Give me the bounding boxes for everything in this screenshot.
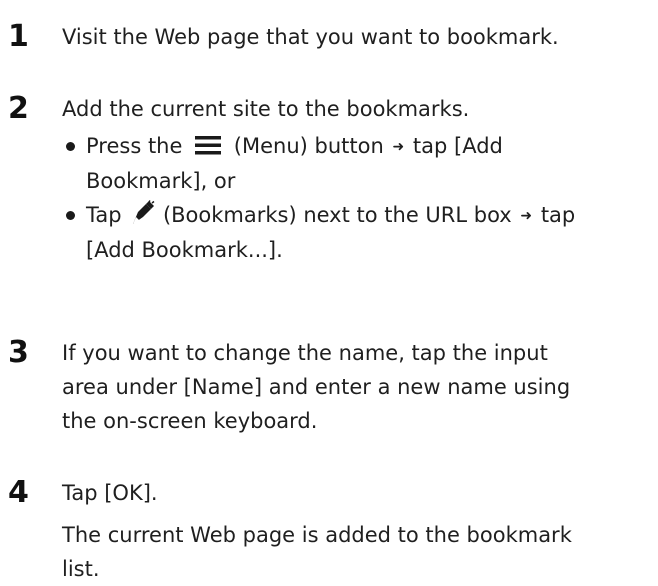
step-text-line: area under [Name] and enter a new name u…	[62, 375, 571, 399]
bullet-text: tap [Add	[412, 134, 503, 158]
step-result-line: The current Web page is added to the boo…	[62, 523, 572, 547]
bullet-text: (Menu) button	[233, 134, 384, 158]
step-body: If you want to change the name, tap the …	[62, 336, 652, 438]
bullet-line: Press the (Menu) button ➜ tap [Add	[86, 129, 652, 164]
step-text: Visit the Web page that you want to book…	[62, 25, 559, 49]
step-body: Visit the Web page that you want to book…	[62, 20, 652, 54]
step-text-line: the on-screen keyboard.	[62, 409, 318, 433]
bullet-item: Press the (Menu) button ➜ tap [Add Bookm…	[62, 129, 652, 198]
bullet-list: Press the (Menu) button ➜ tap [Add Bookm…	[62, 129, 652, 267]
step-result-line: list.	[62, 557, 100, 581]
menu-icon	[191, 136, 225, 157]
bookmarks-icon	[129, 200, 155, 228]
bullet-text: (Bookmarks) next to the URL box	[162, 203, 512, 227]
bullet-dot	[66, 211, 75, 220]
bullet-continuation: Bookmark], or	[86, 169, 236, 193]
arrow-right-icon: ➜	[392, 139, 405, 155]
step-text-line: If you want to change the name, tap the …	[62, 341, 548, 365]
step-body: Tap [OK]. The current Web page is added …	[62, 476, 652, 586]
step-number: 2	[8, 91, 29, 126]
instructions-document: 1 Visit the Web page that you want to bo…	[0, 0, 658, 582]
step-text: Tap [OK].	[62, 481, 158, 505]
bullet-text: tap	[540, 203, 576, 227]
step-text: Add the current site to the bookmarks.	[62, 97, 470, 121]
step-number: 4	[8, 475, 29, 510]
bullet-line: Tap (Bookmarks) next to the URL box ➜ ta	[86, 198, 652, 233]
bullet-item: Tap (Bookmarks) next to the URL box ➜ ta	[62, 198, 652, 267]
arrow-right-icon: ➜	[520, 208, 533, 224]
bullet-dot	[66, 142, 75, 151]
bullet-continuation: [Add Bookmark...].	[86, 238, 283, 262]
bullet-text: Press the	[86, 134, 183, 158]
step-number: 1	[8, 19, 29, 54]
bullet-text: Tap	[86, 203, 122, 227]
step-number: 3	[8, 335, 29, 370]
step-body: Add the current site to the bookmarks. P…	[62, 92, 652, 267]
